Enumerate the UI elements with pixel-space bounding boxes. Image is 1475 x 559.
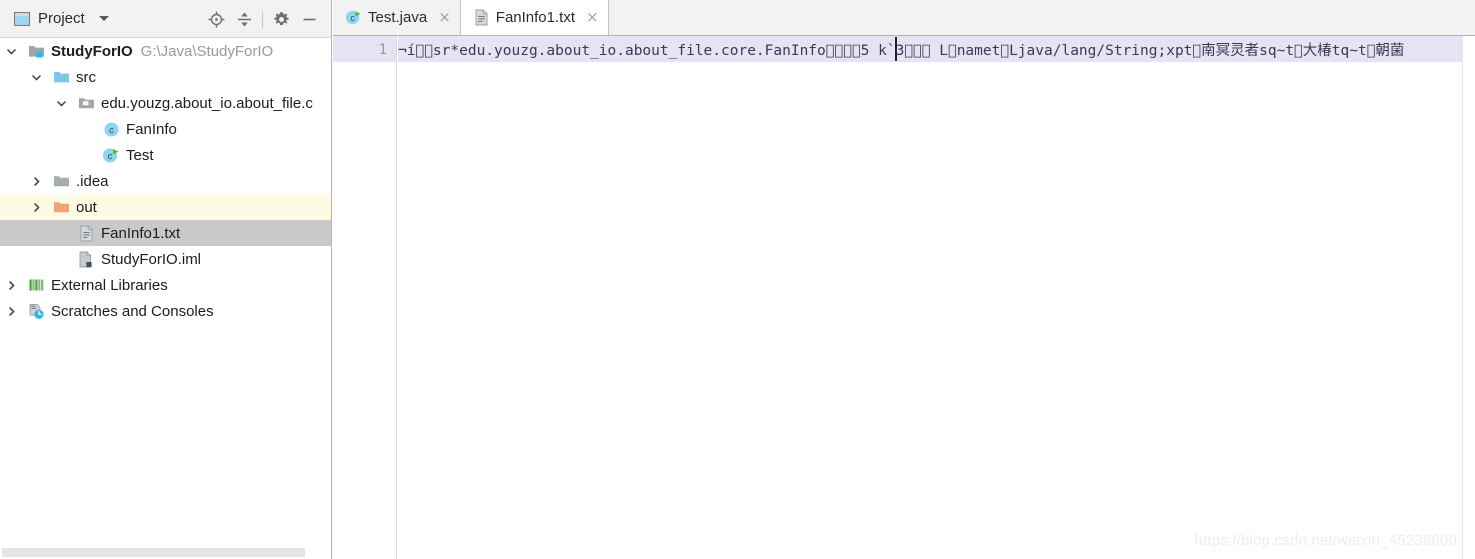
editor-tab-label: FanInfo1.txt xyxy=(495,9,575,26)
tree-row-edu-youzg-about-io-about-file-c[interactable]: edu.youzg.about_io.about_file.c xyxy=(0,90,331,116)
toolbar-divider xyxy=(262,10,263,28)
tree-row-label: out xyxy=(76,198,97,216)
project-horizontal-scrollbar[interactable] xyxy=(0,546,331,559)
chevron-down-icon[interactable] xyxy=(29,72,43,83)
chevron-right-icon[interactable] xyxy=(4,306,18,317)
tree-row-path: G:\Java\StudyForIO xyxy=(140,42,274,60)
chevron-down-icon[interactable] xyxy=(98,16,109,21)
tree-row-studyforio[interactable]: StudyForIO G:\Java\StudyForIO xyxy=(0,38,331,64)
tree-row-faninfo1-txt[interactable]: FanInfo1.txt xyxy=(0,220,331,246)
code-line-1[interactable]: ¬í sr*edu.youzg.about_io.about_file.cor… xyxy=(398,36,1462,62)
text-file-icon xyxy=(473,9,490,26)
text-file-icon xyxy=(77,224,95,242)
tree-row-label: FanInfo1.txt xyxy=(101,224,181,242)
locate-in-tree-icon[interactable] xyxy=(202,5,230,33)
editor-tab-test-java[interactable]: c Test.java × xyxy=(333,0,461,35)
package-icon xyxy=(77,94,95,112)
watermark-text: https://blog.csdn.net/weixin_45238600 xyxy=(1194,532,1457,549)
close-icon[interactable]: × xyxy=(586,10,599,25)
svg-text:c: c xyxy=(109,125,114,136)
tree-row-faninfo[interactable]: c FanInfo xyxy=(0,116,331,142)
chevron-right-icon[interactable] xyxy=(29,202,43,213)
tree-row-label: External Libraries xyxy=(51,276,168,294)
line-number: 1 xyxy=(378,42,387,58)
project-tool-window: Project StudyForIO G:\Java\StudyForIO sr… xyxy=(0,0,332,559)
project-title-label: Project xyxy=(38,10,85,27)
tree-row-test[interactable]: c Test xyxy=(0,142,331,168)
iml-file-icon xyxy=(77,250,95,268)
tree-row-label: .idea xyxy=(76,172,109,190)
close-icon[interactable]: × xyxy=(438,10,451,25)
tree-row-label: src xyxy=(76,68,96,86)
chevron-right-icon[interactable] xyxy=(29,176,43,187)
folder-icon xyxy=(52,172,70,190)
tree-row-label: StudyForIO.iml xyxy=(101,250,202,268)
editor-body: 1 ¬í sr*edu.youzg.about_io.about_file.c… xyxy=(333,36,1475,559)
scratches-icon xyxy=(27,302,45,320)
gear-icon[interactable] xyxy=(267,5,295,33)
editor-tab-label: Test.java xyxy=(368,9,428,26)
svg-text:c: c xyxy=(350,13,355,23)
source-folder-icon xyxy=(52,68,70,86)
tree-row-studyforio-iml[interactable]: StudyForIO.iml xyxy=(0,246,331,272)
scrollbar-thumb[interactable] xyxy=(2,548,305,557)
tree-row-label: StudyForIO xyxy=(51,42,133,60)
editor-code-area[interactable]: ¬í sr*edu.youzg.about_io.about_file.cor… xyxy=(398,36,1462,559)
java-runnable-class-icon: c xyxy=(345,9,362,26)
svg-text:c: c xyxy=(108,151,113,162)
ide-window: Project StudyForIO G:\Java\StudyForIO sr… xyxy=(0,0,1475,559)
minimize-icon[interactable] xyxy=(295,5,323,33)
editor-tab-faninfo1-txt[interactable]: FanInfo1.txt × xyxy=(460,0,609,35)
tree-row-label: FanInfo xyxy=(126,120,177,138)
module-icon xyxy=(27,42,45,60)
project-window-icon xyxy=(14,11,30,26)
project-tool-window-header: Project xyxy=(0,0,331,38)
chevron-right-icon[interactable] xyxy=(4,280,18,291)
collapse-all-icon[interactable] xyxy=(230,5,258,33)
external-libraries-icon xyxy=(27,276,45,294)
chevron-down-icon[interactable] xyxy=(54,98,68,109)
editor-area: c Test.java × FanInfo1.txt × 1 ¬í sr*edu.yo… xyxy=(333,0,1475,559)
tree-row-src[interactable]: src xyxy=(0,64,331,90)
tree-row-label: edu.youzg.about_io.about_file.c xyxy=(101,94,313,112)
editor-gutter[interactable]: 1 xyxy=(333,36,397,559)
tree-row-scratches-and-consoles[interactable]: Scratches and Consoles xyxy=(0,298,331,324)
tree-row-label: Test xyxy=(126,146,154,164)
project-tree[interactable]: StudyForIO G:\Java\StudyForIO src edu.youzg… xyxy=(0,38,331,559)
text-caret xyxy=(895,37,897,61)
tree-row-label: Scratches and Consoles xyxy=(51,302,214,320)
tree-row-idea[interactable]: .idea xyxy=(0,168,331,194)
editor-tab-bar: c Test.java × FanInfo1.txt × xyxy=(333,0,1475,36)
code-line-1-text: ¬í sr*edu.youzg.about_io.about_file.cor… xyxy=(398,42,1405,59)
excluded-folder-icon xyxy=(52,198,70,216)
project-title-button[interactable]: Project xyxy=(0,11,109,26)
project-toolbar xyxy=(202,0,323,38)
tree-row-external-libraries[interactable]: External Libraries xyxy=(0,272,331,298)
java-class-icon: c xyxy=(102,120,120,138)
chevron-down-icon[interactable] xyxy=(4,46,18,57)
editor-vertical-scrollbar[interactable] xyxy=(1462,36,1475,559)
java-runnable-class-icon: c xyxy=(102,146,120,164)
tree-row-out[interactable]: out xyxy=(0,194,331,220)
